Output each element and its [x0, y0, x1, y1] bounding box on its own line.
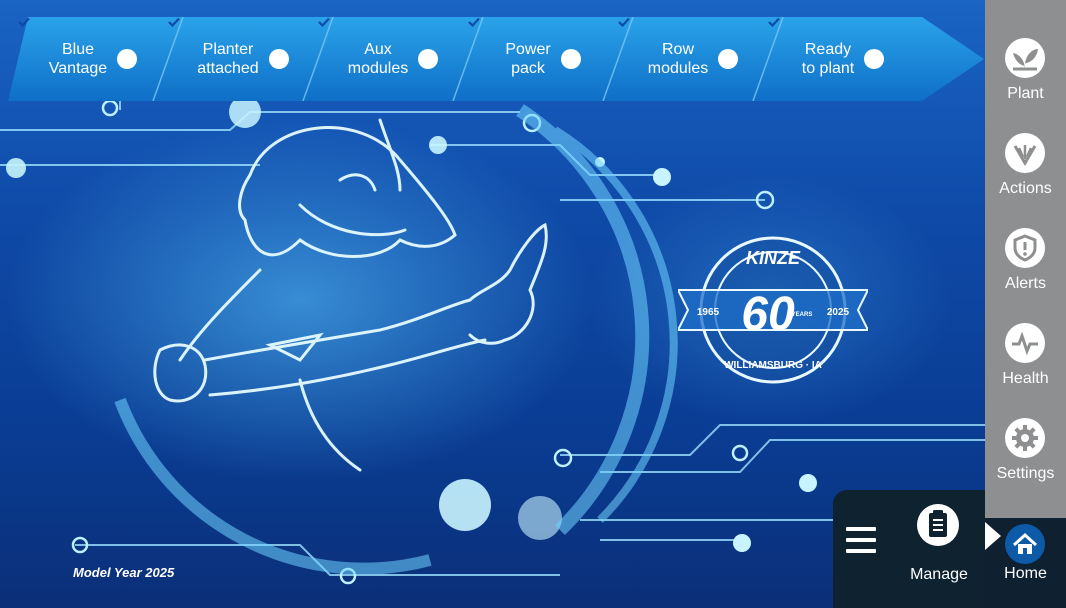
kinze-60-years-logo: KINZE 1965 2025 60 YEARS WILLIAMSBURG · … [678, 236, 868, 384]
model-year-label: Model Year 2025 [73, 565, 175, 580]
status-step-label: Blue Vantage [48, 41, 108, 77]
setup-status-ribbon: Blue Vantage Planter attached Aux module… [8, 17, 984, 101]
alert-shield-icon [1005, 228, 1045, 268]
svg-text:2025: 2025 [827, 307, 850, 318]
main-area: KINZE 1965 2025 60 YEARS WILLIAMSBURG · … [0, 0, 985, 608]
menu-icon [846, 527, 876, 531]
svg-text:WILLIAMSBURG · IA: WILLIAMSBURG · IA [724, 360, 822, 371]
status-step-label: Ready to plant [801, 41, 855, 77]
plant-icon [1005, 38, 1045, 78]
gear-icon [1005, 418, 1045, 458]
hamburger-menu-button[interactable] [843, 522, 879, 558]
status-step-label: Power pack [505, 41, 551, 77]
svg-text:YEARS: YEARS [792, 312, 813, 318]
actions-icon [1005, 133, 1045, 173]
status-step-row-modules: Row modules [618, 17, 768, 101]
nav-item-plant[interactable]: Plant [985, 38, 1066, 128]
nav-item-settings[interactable]: Settings [985, 418, 1066, 508]
menu-icon [846, 538, 876, 542]
menu-icon [846, 549, 876, 553]
svg-text:KINZE: KINZE [746, 248, 801, 268]
nav-label: Settings [996, 465, 1055, 482]
status-step-label: Row modules [647, 41, 709, 77]
checkmark-icon [468, 17, 581, 69]
nav-label: Home [1004, 565, 1047, 582]
checkmark-icon [18, 17, 138, 69]
checkmark-icon [168, 17, 289, 69]
status-step-power-pack: Power pack [468, 17, 618, 101]
nav-label: Actions [999, 180, 1052, 197]
status-step-planter-attached: Planter attached [168, 17, 318, 101]
active-nav-pointer [985, 522, 1001, 550]
home-screen: KINZE 1965 2025 60 YEARS WILLIAMSBURG · … [0, 0, 1066, 608]
nav-item-health[interactable]: Health [985, 323, 1066, 413]
status-step-blue-vantage: Blue Vantage [18, 17, 168, 101]
checkmark-icon [768, 17, 885, 69]
health-pulse-icon [1005, 323, 1045, 363]
manage-label: Manage [910, 566, 968, 583]
side-navigation: Plant Actions Alerts Health Settings Hom… [985, 0, 1066, 608]
svg-text:1965: 1965 [697, 307, 720, 318]
svg-text:60: 60 [741, 288, 795, 341]
nav-label: Plant [1007, 85, 1044, 102]
status-step-label: Planter attached [197, 41, 259, 77]
nav-label: Health [1002, 370, 1049, 387]
status-step-aux-modules: Aux modules [318, 17, 468, 101]
nav-item-actions[interactable]: Actions [985, 133, 1066, 223]
checkmark-icon [618, 17, 739, 69]
nav-label: Alerts [1005, 275, 1046, 292]
status-step-label: Aux modules [347, 41, 409, 77]
manage-panel: Manage [833, 490, 985, 608]
checkmark-icon [318, 17, 439, 69]
manage-button[interactable]: Manage [901, 504, 977, 590]
status-step-ready-to-plant: Ready to plant [768, 17, 918, 101]
home-icon [1005, 524, 1045, 564]
clipboard-icon [917, 504, 959, 546]
nav-item-alerts[interactable]: Alerts [985, 228, 1066, 318]
